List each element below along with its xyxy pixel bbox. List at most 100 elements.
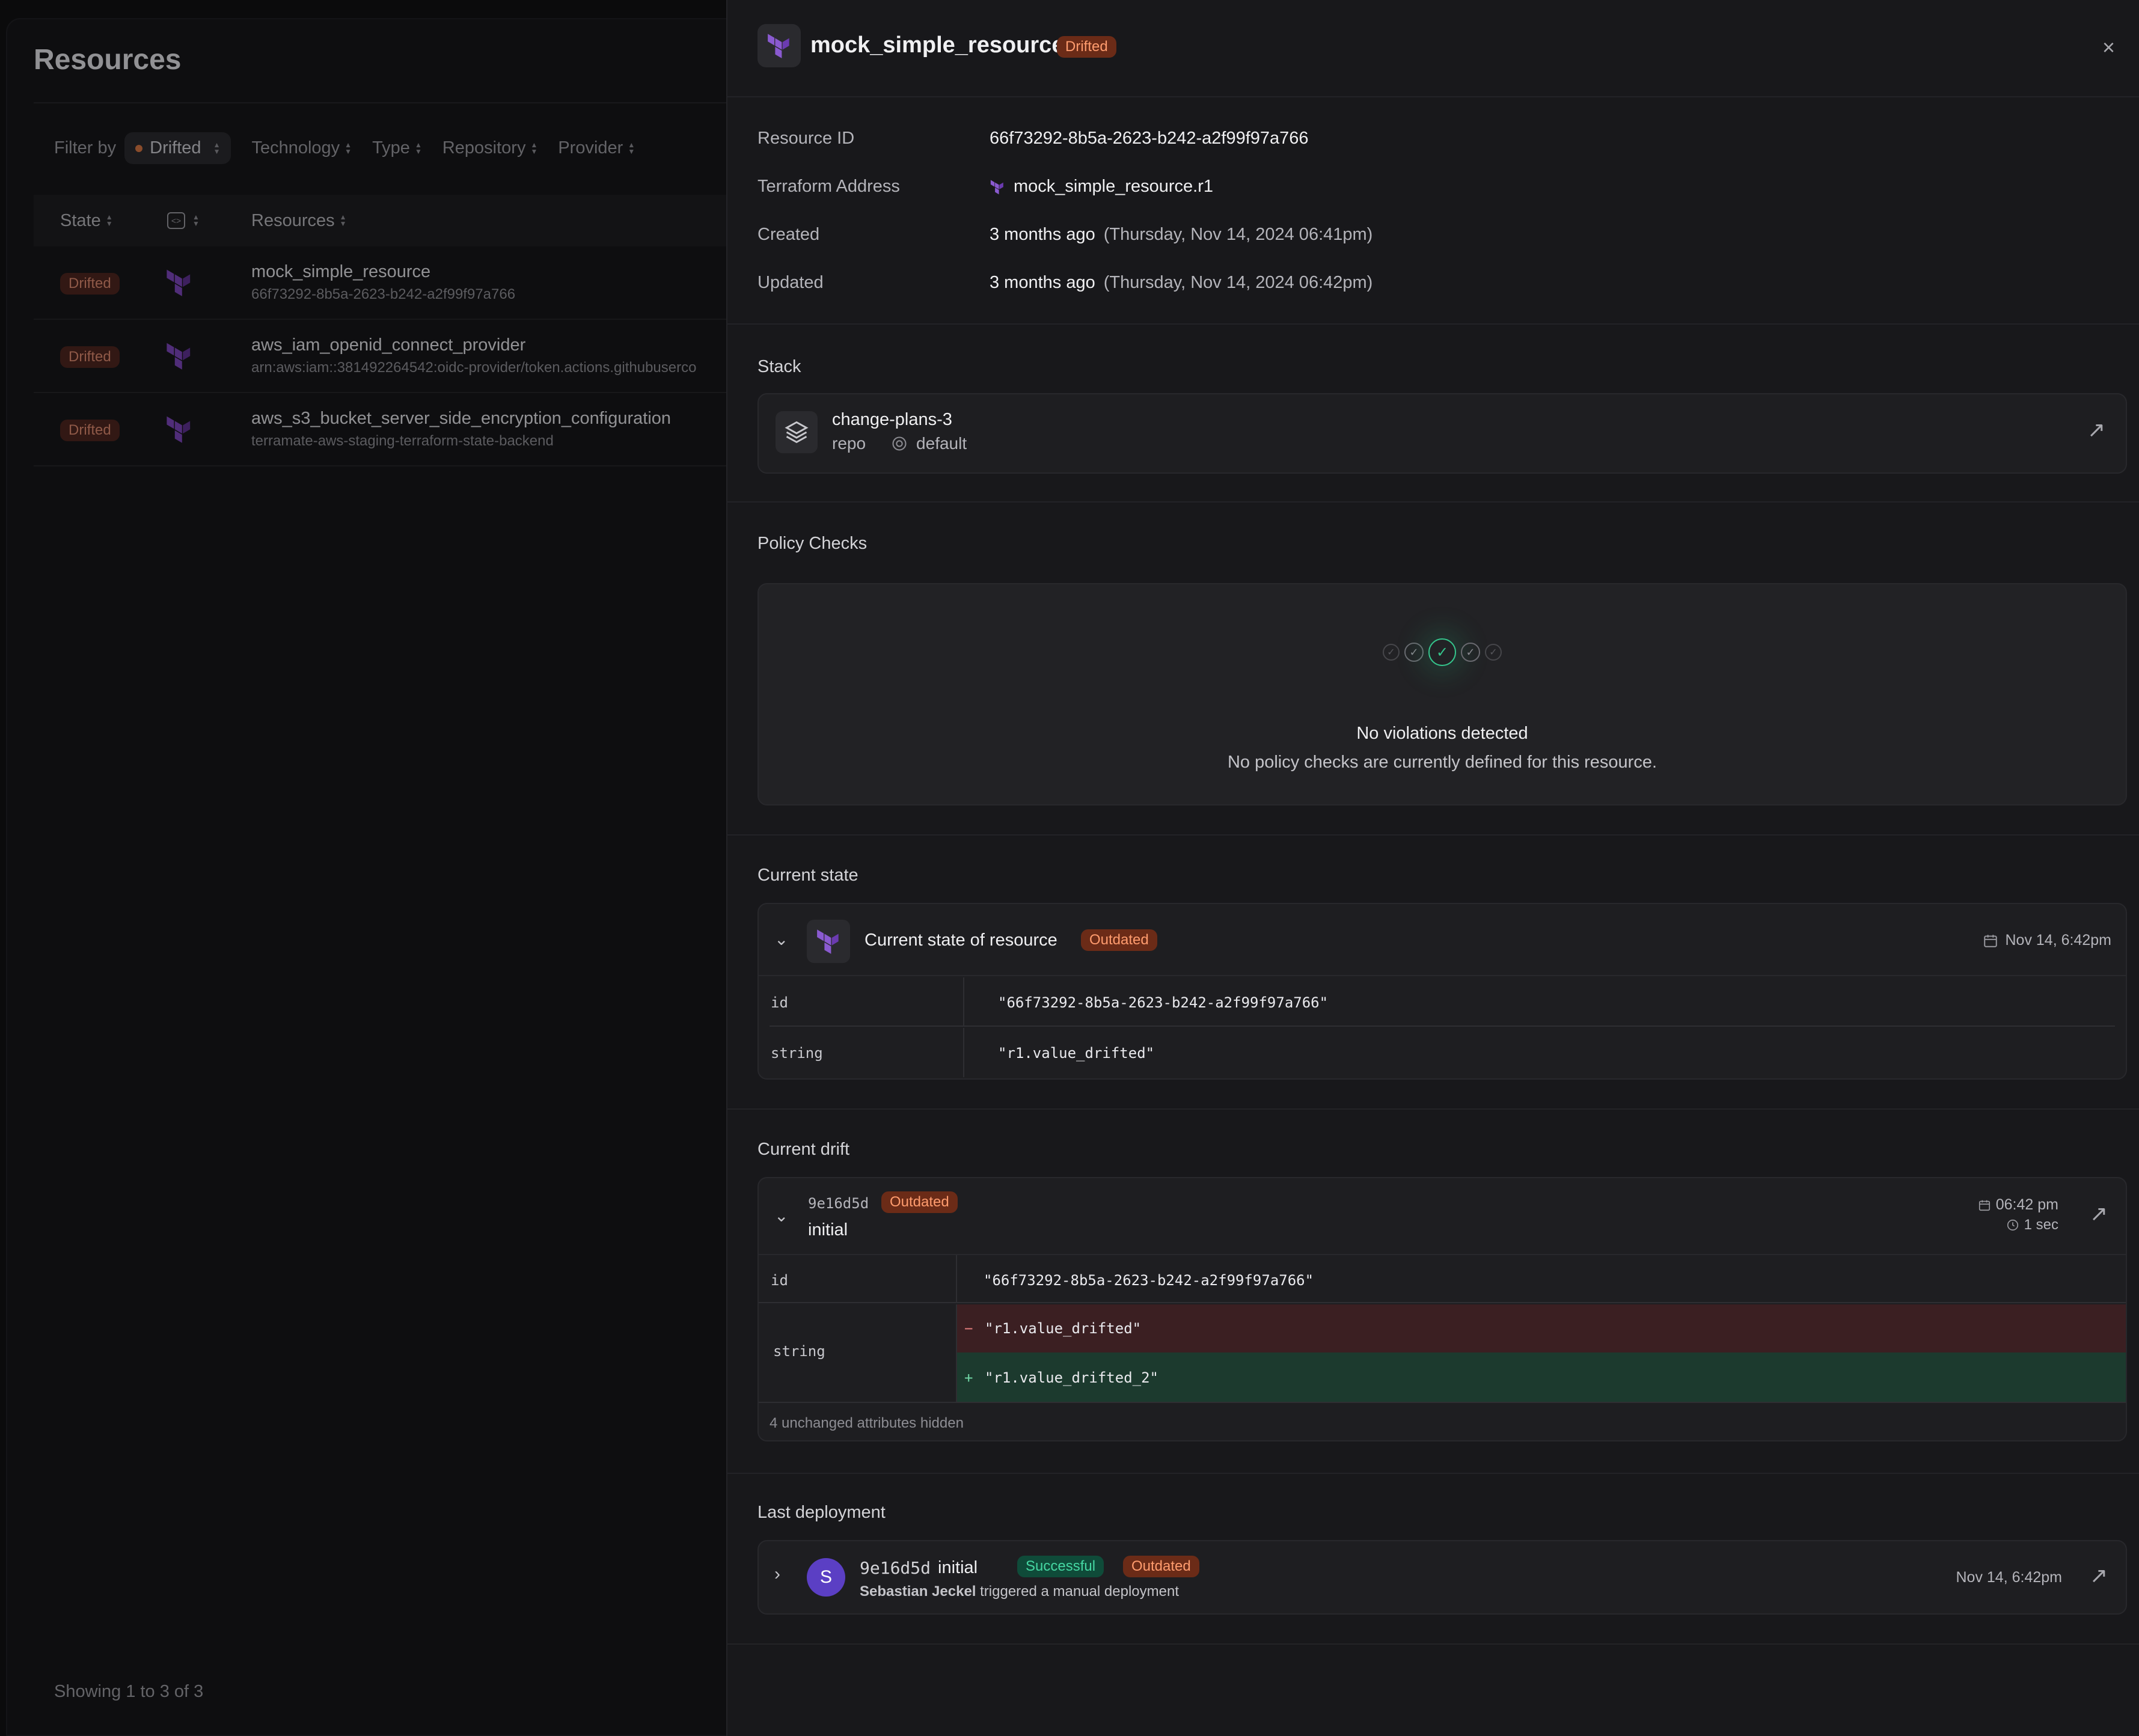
- updated-absolute: (Thursday, Nov 14, 2024 06:42pm): [1103, 273, 1373, 292]
- external-link-icon[interactable]: ↗: [2090, 1201, 2108, 1226]
- sort-icon: ▲ ▼: [339, 213, 347, 228]
- column-header-technology[interactable]: <> ▲ ▼: [167, 212, 200, 229]
- resources-page: Resources Filter by Drifted ▲ ▼ Technolog…: [6, 18, 751, 1736]
- attr-value: "66f73292-8b5a-2623-b242-a2f99f97a766": [984, 1272, 1314, 1289]
- close-icon[interactable]: ×: [2102, 35, 2115, 60]
- diff-added: + "r1.value_drifted_2": [956, 1352, 2126, 1402]
- filter-bar: Filter by Drifted ▲ ▼ Technology ▲ ▼ Type ▲ ▼…: [54, 132, 635, 164]
- chevron-updown-icon: ▲ ▼: [213, 140, 221, 156]
- deployment-title: initial: [938, 1558, 978, 1577]
- status-badge: Drifted: [60, 420, 120, 441]
- external-link-icon[interactable]: ↗: [2090, 1563, 2108, 1588]
- meta-value: 3 months ago (Thursday, Nov 14, 2024 06:…: [990, 273, 1372, 293]
- stack-card[interactable]: change-plans-3 repo default ↗: [757, 393, 2127, 474]
- policy-checks-illustration: ✓ ✓ ✓ ✓ ✓: [759, 638, 2126, 666]
- filter-technology[interactable]: Technology ▲ ▼: [251, 138, 352, 158]
- attr-value: "r1.value_drifted": [998, 1045, 1155, 1062]
- column-header-state[interactable]: State ▲ ▼: [60, 211, 113, 231]
- terraform-icon: [165, 268, 194, 300]
- chevron-down-icon[interactable]: ⌄: [774, 1206, 788, 1226]
- filter-chip-label: Drifted: [150, 138, 201, 157]
- avatar: S: [807, 1558, 845, 1597]
- panel-title: mock_simple_resource: [810, 32, 1065, 58]
- table-row[interactable]: Drifted mock_simple_resource 66f73292-8b…: [34, 246, 750, 320]
- filter-provider-label: Provider: [558, 138, 623, 157]
- divider: [727, 1643, 2139, 1645]
- table-header: State ▲ ▼ <> ▲ ▼ Resources ▲ ▼: [34, 195, 750, 246]
- attr-key: id: [771, 1272, 788, 1289]
- terraform-icon: [807, 920, 850, 963]
- filter-repository-label: Repository: [442, 138, 526, 157]
- terraform-address: mock_simple_resource.r1: [1014, 177, 1214, 196]
- current-state-date: Nov 14, 6:42pm: [1983, 932, 2111, 949]
- terraform-icon: [757, 24, 801, 67]
- stack-subtitle: repo default: [832, 434, 967, 453]
- calendar-icon: [1983, 934, 1997, 947]
- resource-name: mock_simple_resource: [251, 262, 431, 281]
- deployment-date: Nov 14, 6:42pm: [1956, 1569, 2063, 1586]
- stack-name: change-plans-3: [832, 410, 952, 429]
- column-header-resources-label: Resources: [251, 210, 335, 230]
- hidden-attributes-note[interactable]: 4 unchanged attributes hidden: [770, 1415, 964, 1432]
- attr-value: "66f73292-8b5a-2623-b242-a2f99f97a766": [998, 994, 1329, 1011]
- terraform-icon: [990, 179, 1003, 194]
- policy-card: ✓ ✓ ✓ ✓ ✓ No violations detected No poli…: [757, 583, 2127, 805]
- stack-branch: default: [916, 434, 967, 453]
- table-row[interactable]: Drifted aws_s3_bucket_server_side_encryp…: [34, 393, 750, 466]
- check-circle-icon: ✓: [1404, 643, 1424, 662]
- diff-value: "r1.value_drifted_2": [985, 1369, 1158, 1386]
- commit-hash: 9e16d5d: [808, 1195, 869, 1212]
- filter-type[interactable]: Type ▲ ▼: [372, 138, 422, 158]
- chevron-updown-icon: ▲ ▼: [344, 140, 352, 156]
- sort-icon: ▲ ▼: [192, 213, 200, 228]
- current-state-title: Current state of resource: [864, 931, 1057, 950]
- chevron-updown-icon: ▲ ▼: [628, 140, 635, 156]
- meta-label: Terraform Address: [757, 177, 900, 196]
- meta-label: Resource ID: [757, 129, 855, 148]
- resource-id: arn:aws:iam::381492264542:oidc-provider/…: [251, 359, 697, 376]
- resource-id: 66f73292-8b5a-2623-b242-a2f99f97a766: [251, 286, 516, 302]
- drift-header[interactable]: ⌄ 9e16d5d Outdated initial 06:42 pm 1 se…: [759, 1178, 2126, 1255]
- external-link-icon[interactable]: ↗: [2087, 417, 2105, 442]
- policy-title: No violations detected: [1356, 724, 1528, 743]
- last-deployment-card[interactable]: › S 9e16d5d initial Successful Outdated …: [757, 1540, 2127, 1615]
- created-absolute: (Thursday, Nov 14, 2024 06:41pm): [1103, 225, 1373, 244]
- current-state-header[interactable]: ⌄ Current state of resource Outdated Nov…: [759, 904, 2126, 976]
- diff-sign: −: [964, 1320, 973, 1337]
- policy-subtitle: No policy checks are currently defined f…: [1227, 753, 1657, 772]
- divider: [963, 977, 964, 1025]
- section-title-stack: Stack: [757, 357, 801, 376]
- status-badge: Drifted: [1057, 36, 1116, 58]
- divider: [727, 323, 2139, 325]
- resource-name: aws_iam_openid_connect_provider: [251, 335, 526, 355]
- table-row[interactable]: Drifted aws_iam_openid_connect_provider …: [34, 320, 750, 393]
- chevron-down-icon[interactable]: ⌄: [774, 929, 788, 949]
- status-badge: Drifted: [60, 346, 120, 368]
- attr-key: string: [773, 1343, 825, 1360]
- divider: [727, 501, 2139, 503]
- terraform-icon: [165, 415, 194, 447]
- updated-relative: 3 months ago: [990, 273, 1095, 292]
- calendar-icon: [1978, 1200, 1990, 1211]
- column-header-resources[interactable]: Resources ▲ ▼: [251, 211, 347, 231]
- chevron-right-icon[interactable]: ›: [774, 1564, 780, 1585]
- drift-duration: 1 sec: [2006, 1217, 2058, 1233]
- created-relative: 3 months ago: [990, 225, 1095, 244]
- check-circle-icon: ✓: [1383, 644, 1400, 661]
- filter-provider[interactable]: Provider ▲ ▼: [558, 138, 635, 158]
- pagination-summary: Showing 1 to 3 of 3: [54, 1682, 204, 1701]
- resource-name: aws_s3_bucket_server_side_encryption_con…: [251, 409, 672, 428]
- filter-chip-drifted[interactable]: Drifted ▲ ▼: [124, 132, 231, 164]
- commit-hash: 9e16d5d: [860, 1558, 931, 1578]
- state-row: string "r1.value_drifted": [759, 1028, 2126, 1077]
- diff-value: "r1.value_drifted": [985, 1320, 1142, 1337]
- chevron-updown-icon: ▲ ▼: [414, 140, 422, 156]
- divider: [727, 834, 2139, 836]
- code-icon: <>: [167, 212, 185, 229]
- drift-title: initial: [808, 1220, 848, 1239]
- status-badge-successful: Successful: [1017, 1556, 1104, 1577]
- drift-row-id: id "66f73292-8b5a-2623-b242-a2f99f97a766…: [759, 1255, 2126, 1303]
- filter-repository[interactable]: Repository ▲ ▼: [442, 138, 538, 158]
- duration-text: 1 sec: [2024, 1217, 2058, 1233]
- attr-key: string: [771, 1045, 823, 1062]
